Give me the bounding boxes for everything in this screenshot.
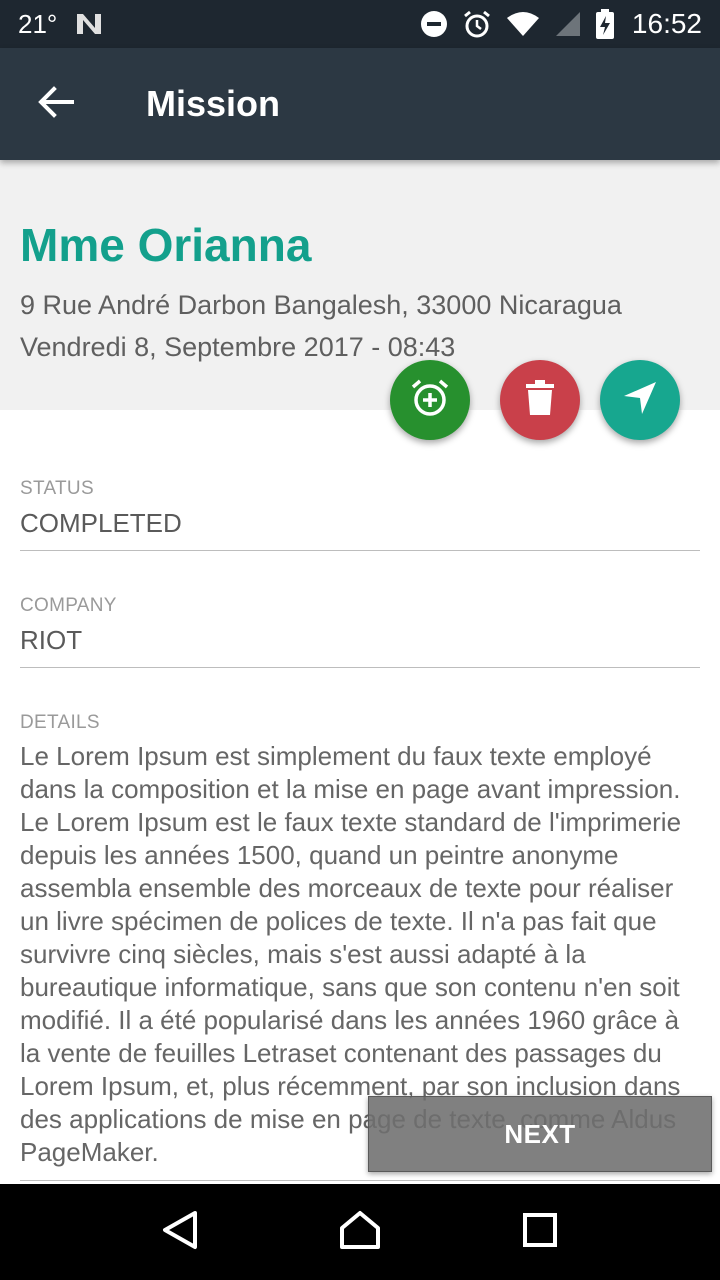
temperature: 21° (18, 8, 58, 39)
page-title: Mission (146, 83, 281, 124)
company-field: COMPANY RIOT (20, 595, 700, 668)
navigate-button[interactable] (600, 360, 680, 440)
next-button[interactable]: NEXT (368, 1096, 712, 1172)
status-value: COMPLETED (20, 508, 182, 538)
system-recents-button[interactable] (505, 1197, 575, 1267)
add-alarm-button[interactable] (390, 360, 470, 440)
alarm-add-icon (408, 376, 452, 425)
back-triangle-icon (161, 1210, 199, 1255)
system-back-button[interactable] (145, 1197, 215, 1267)
company-label: COMPANY (20, 595, 117, 616)
app-bar: Mission (0, 48, 720, 160)
system-nav-bar (0, 1184, 720, 1280)
battery-charging-icon (595, 9, 614, 39)
alarm-clock-icon (462, 9, 492, 39)
signal-icon (554, 10, 582, 38)
company-value: RIOT (20, 625, 83, 655)
notification-n-icon (75, 12, 103, 36)
status-time: 16:52 (631, 8, 702, 39)
status-label: STATUS (20, 478, 94, 499)
status-bar: 21° 16:52 (0, 0, 720, 48)
delete-button[interactable] (500, 360, 580, 440)
home-icon (339, 1210, 381, 1255)
client-name: Mme Orianna (20, 219, 312, 271)
details-label: DETAILS (20, 712, 100, 733)
recents-icon (523, 1212, 557, 1252)
client-address: 9 Rue André Darbon Bangalesh, 33000 Nica… (20, 290, 622, 320)
system-home-button[interactable] (325, 1197, 395, 1267)
navigation-arrow-icon (622, 380, 658, 421)
back-button[interactable] (0, 48, 112, 160)
mission-datetime: Vendredi 8, Septembre 2017 - 08:43 (20, 332, 456, 362)
wifi-icon (506, 10, 540, 38)
do-not-disturb-icon (420, 10, 448, 38)
trash-icon (525, 379, 555, 421)
status-field: STATUS COMPLETED (20, 478, 700, 551)
arrow-left-icon (38, 85, 74, 123)
